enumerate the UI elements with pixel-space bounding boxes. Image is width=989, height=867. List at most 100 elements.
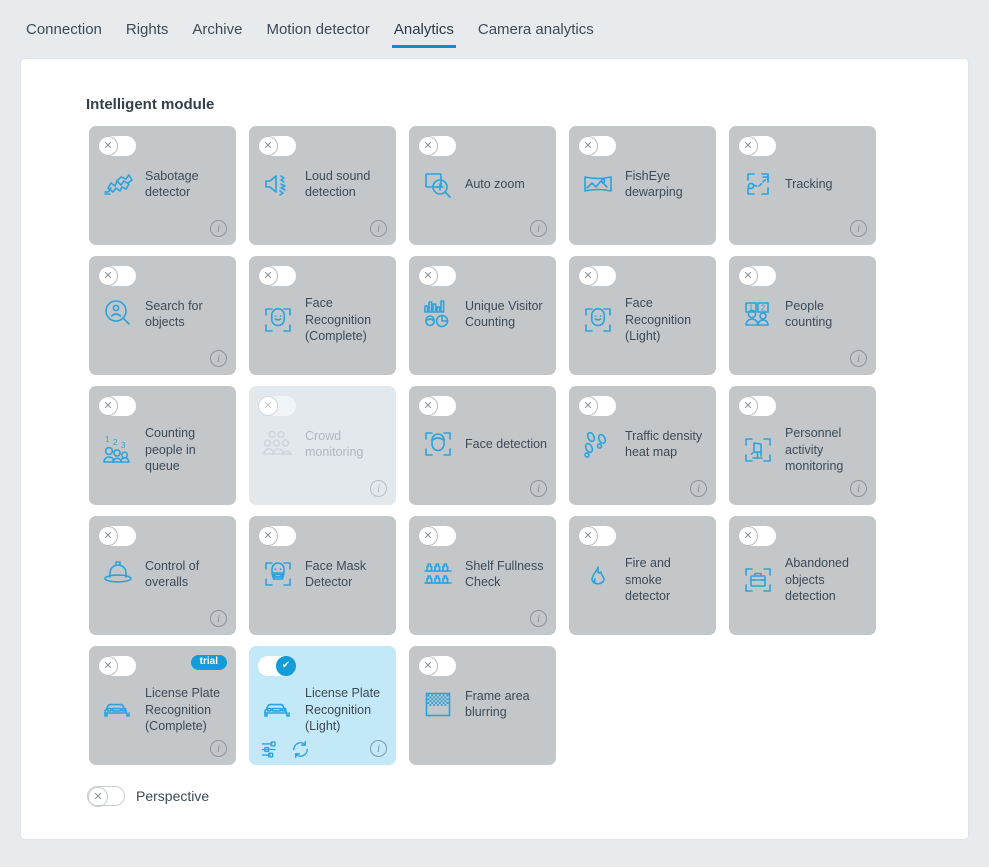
fisheye-dewarping-icon: [579, 165, 617, 203]
module-card[interactable]: ✕ 1 2 3 Counting people in queue: [89, 386, 236, 505]
info-icon[interactable]: i: [210, 350, 227, 367]
module-label: License Plate Recognition (Light): [305, 686, 381, 733]
info-icon[interactable]: i: [530, 610, 547, 627]
module-toggle[interactable]: ✕: [738, 136, 776, 156]
tab-archive[interactable]: Archive: [180, 22, 254, 48]
module-card-body: License Plate Recognition (Complete): [99, 685, 228, 735]
module-label: License Plate Recognition (Complete): [145, 686, 221, 733]
module-label: Face Recognition (Light): [625, 296, 692, 343]
info-icon[interactable]: i: [690, 480, 707, 497]
module-card[interactable]: ✕ Crowd monitoring i: [249, 386, 396, 505]
svg-text:2: 2: [761, 304, 766, 313]
module-toggle[interactable]: ✕: [98, 526, 136, 546]
module-card[interactable]: ✕ 1 2 People counting i: [729, 256, 876, 375]
main-tab-bar: Connection Rights Archive Motion detector An…: [0, 0, 989, 48]
module-toggle[interactable]: ✕: [738, 526, 776, 546]
perspective-row[interactable]: ✕ Perspective: [87, 786, 210, 807]
module-card[interactable]: ✕ FishEye dewarping: [569, 126, 716, 245]
tab-camera-analytics[interactable]: Camera analytics: [466, 22, 606, 48]
module-card[interactable]: ✕ Sabotage detector i: [89, 126, 236, 245]
module-toggle[interactable]: ✕: [418, 526, 456, 546]
module-toggle[interactable]: ✕: [98, 656, 136, 676]
module-toggle[interactable]: ✕: [418, 136, 456, 156]
svg-text:1: 1: [105, 435, 110, 444]
counting-people-queue-icon: 123: [99, 431, 137, 469]
info-icon[interactable]: i: [210, 220, 227, 237]
module-toggle[interactable]: ✕: [98, 136, 136, 156]
info-icon[interactable]: i: [370, 220, 387, 237]
module-card-body: Face Recognition (Light): [579, 295, 708, 345]
module-card[interactable]: ✕ Face detection i: [409, 386, 556, 505]
info-icon[interactable]: i: [530, 220, 547, 237]
settings-sliders-icon[interactable]: [260, 740, 279, 759]
tab-analytics[interactable]: Analytics: [382, 22, 466, 48]
toggle-knob: ✕: [418, 396, 438, 416]
module-card[interactable]: ✕ Face Recognition (Complete): [249, 256, 396, 375]
module-card[interactable]: ✕ Traffic density heat map i: [569, 386, 716, 505]
module-toggle[interactable]: ✕: [418, 266, 456, 286]
search-objects-icon: [99, 295, 137, 333]
tab-rights[interactable]: Rights: [114, 22, 181, 48]
module-card[interactable]: ✕ Control of overalls i: [89, 516, 236, 635]
face-detection-icon: [419, 425, 457, 463]
module-toggle[interactable]: ✕: [98, 396, 136, 416]
module-card-body: Loud sound detection: [259, 165, 388, 203]
module-toggle[interactable]: ✕: [578, 396, 616, 416]
page-title: Intelligent module: [86, 96, 215, 113]
module-card[interactable]: ✕ Face Mask Detector: [249, 516, 396, 635]
module-card[interactable]: ✕ Personnel activity monitoring i: [729, 386, 876, 505]
module-card[interactable]: ✕ Shelf Fullness Check i: [409, 516, 556, 635]
module-card-body: Face Mask Detector: [259, 555, 388, 593]
toggle-knob: ✕: [578, 396, 598, 416]
module-card[interactable]: ✔ License Plate Recognition (Light) i: [249, 646, 396, 765]
module-toggle[interactable]: ✕: [418, 396, 456, 416]
perspective-label: Perspective: [136, 788, 210, 804]
info-icon[interactable]: i: [850, 480, 867, 497]
loud-sound-icon: [259, 165, 297, 203]
module-toggle[interactable]: ✕: [738, 396, 776, 416]
module-card[interactable]: ✕ trial License Plate Recognition (Complet…: [89, 646, 236, 765]
info-icon[interactable]: i: [530, 480, 547, 497]
module-card-body: 1 2 3 Counting people in queue: [99, 425, 228, 475]
module-toggle[interactable]: ✕: [258, 266, 296, 286]
module-card[interactable]: ✕ Tracking i: [729, 126, 876, 245]
module-card[interactable]: ✕ Search for objects i: [89, 256, 236, 375]
module-toggle[interactable]: ✕: [738, 266, 776, 286]
module-toggle[interactable]: ✕: [258, 396, 296, 416]
license-plate-icon: [99, 691, 137, 729]
module-toggle[interactable]: ✕: [258, 136, 296, 156]
module-card[interactable]: ✕ Unique Visitor Counting: [409, 256, 556, 375]
module-card[interactable]: ✕ Face Recognition (Light): [569, 256, 716, 375]
toggle-knob: ✕: [738, 266, 758, 286]
module-card[interactable]: ✕ Loud sound detection i: [249, 126, 396, 245]
info-icon[interactable]: i: [370, 480, 387, 497]
hard-hat-icon: [99, 555, 137, 593]
module-label: Loud sound detection: [305, 168, 371, 200]
toggle-knob: ✕: [88, 787, 108, 807]
module-toggle[interactable]: ✕: [578, 266, 616, 286]
info-icon[interactable]: i: [210, 610, 227, 627]
info-icon[interactable]: i: [210, 740, 227, 757]
info-icon[interactable]: i: [850, 350, 867, 367]
perspective-toggle[interactable]: ✕: [87, 786, 125, 807]
refresh-icon[interactable]: [291, 740, 310, 759]
toggle-knob: ✕: [258, 526, 278, 546]
module-label: Fire and smoke detector: [625, 556, 671, 603]
module-toggle[interactable]: ✕: [418, 656, 456, 676]
module-toggle[interactable]: ✕: [578, 526, 616, 546]
info-icon[interactable]: i: [370, 740, 387, 757]
module-toggle[interactable]: ✔: [258, 656, 296, 676]
toggle-knob: ✕: [98, 266, 118, 286]
module-card[interactable]: ✕ Fire and smoke detector: [569, 516, 716, 635]
module-toggle[interactable]: ✕: [258, 526, 296, 546]
module-card[interactable]: ✕ Frame area blurring: [409, 646, 556, 765]
module-toggle[interactable]: ✕: [578, 136, 616, 156]
frame-blurring-icon: [419, 685, 457, 723]
info-icon[interactable]: i: [850, 220, 867, 237]
module-toggle[interactable]: ✕: [98, 266, 136, 286]
module-card[interactable]: ✕ Auto zoom i: [409, 126, 556, 245]
module-card[interactable]: ✕ Abandoned objects detection: [729, 516, 876, 635]
module-label: Search for objects: [145, 298, 203, 330]
tab-motion-detector[interactable]: Motion detector: [254, 22, 381, 48]
tab-connection[interactable]: Connection: [14, 22, 114, 48]
